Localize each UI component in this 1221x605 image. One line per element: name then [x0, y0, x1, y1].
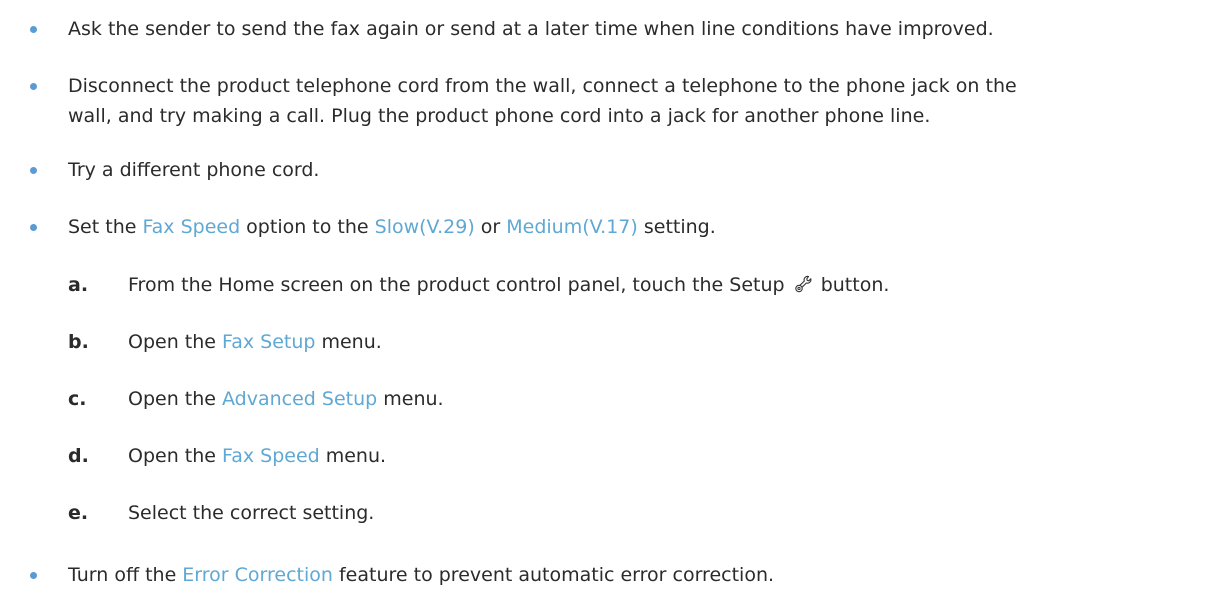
text-segment: menu.	[319, 445, 387, 467]
step-letter: d.	[68, 445, 89, 467]
medium-v17-link[interactable]: Medium(V.17)	[506, 216, 638, 238]
fax-speed-menu-link[interactable]: Fax Speed	[222, 445, 320, 467]
setup-wrench-icon	[794, 272, 812, 293]
text-segment: menu.	[377, 388, 444, 410]
text-segment: menu.	[315, 331, 382, 353]
fax-setup-link[interactable]: Fax Setup	[222, 331, 315, 353]
bullet-text: Set the Fax Speed option to the Slow(V.2…	[68, 212, 1208, 242]
error-correction-link[interactable]: Error Correction	[182, 564, 333, 586]
bullet-dot	[30, 224, 37, 231]
text-segment: From the Home screen on the product cont…	[128, 274, 785, 296]
text-segment: or	[474, 216, 507, 238]
step-text: From the Home screen on the product cont…	[128, 270, 889, 300]
bullet-text: Turn off the Error Correction feature to…	[68, 560, 1208, 590]
bullet-text-line2: wall, and try making a call. Plug the pr…	[68, 105, 931, 127]
bullet-dot	[30, 572, 37, 579]
bullet-dot	[30, 83, 37, 90]
fax-speed-link[interactable]: Fax Speed	[142, 216, 240, 238]
text-segment: Open the	[128, 331, 223, 353]
text-segment: setting.	[637, 216, 716, 238]
bullet-dot	[30, 167, 37, 174]
slow-v29-link[interactable]: Slow(V.29)	[375, 216, 475, 238]
text-segment: Open the	[128, 388, 223, 410]
advanced-setup-link[interactable]: Advanced Setup	[222, 388, 377, 410]
step-letter: c.	[68, 388, 87, 410]
step-text: Open the Advanced Setup menu.	[128, 384, 444, 414]
bullet-text: Ask the sender to send the fax again or …	[68, 18, 994, 40]
text-segment: Turn off the	[68, 564, 183, 586]
text-segment: feature to prevent automatic error corre…	[332, 564, 775, 586]
bullet-dot	[30, 26, 37, 33]
text-segment: button.	[820, 274, 890, 296]
text-segment: option to the	[240, 216, 375, 238]
step-letter: e.	[68, 502, 89, 524]
bullet-text: Try a different phone cord.	[68, 159, 320, 181]
step-text: Open the Fax Setup menu.	[128, 327, 382, 357]
text-segment: Set the	[68, 216, 143, 238]
bullet-text-line1: Disconnect the product telephone cord fr…	[68, 75, 1017, 97]
step-letter: b.	[68, 331, 89, 353]
step-letter: a.	[68, 274, 89, 296]
step-text: Select the correct setting.	[128, 502, 375, 524]
text-segment: Open the	[128, 445, 223, 467]
step-text: Open the Fax Speed menu.	[128, 441, 386, 471]
